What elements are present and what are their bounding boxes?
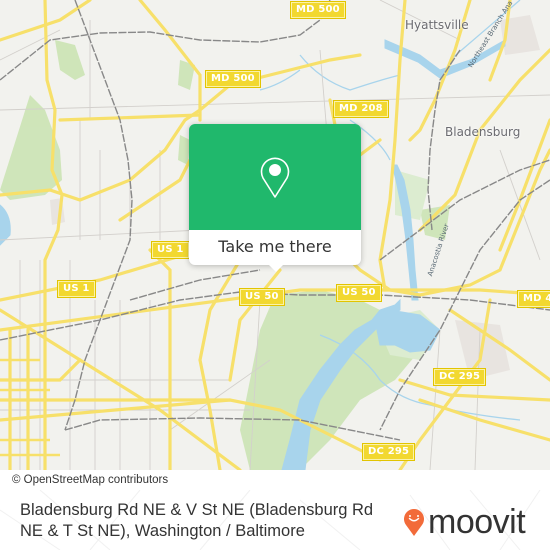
place-label-bladensburg: Bladensburg bbox=[445, 125, 521, 139]
route-shield-us1: US 1 bbox=[152, 242, 189, 258]
route-shield-md500: MD 500 bbox=[291, 2, 345, 18]
moovit-wordmark: moovit bbox=[428, 503, 526, 541]
stop-title: Bladensburg Rd NE & V St NE (Bladensburg… bbox=[20, 501, 374, 540]
moovit-logo-icon bbox=[404, 509, 424, 536]
map-attribution[interactable]: © OpenStreetMap contributors bbox=[0, 470, 205, 490]
map[interactable]: Hyattsville Bladensburg Northeast Branch… bbox=[0, 0, 550, 470]
route-shield-md500: MD 500 bbox=[206, 71, 260, 87]
route-shield-dc295: DC 295 bbox=[363, 444, 415, 460]
route-shield-dc295: DC 295 bbox=[434, 369, 486, 385]
location-popup[interactable]: Take me there bbox=[189, 124, 361, 272]
take-me-there-button[interactable]: Take me there bbox=[189, 230, 361, 265]
route-shield-us1: US 1 bbox=[58, 281, 95, 297]
footer: Bladensburg Rd NE & V St NE (Bladensburg… bbox=[0, 490, 550, 550]
map-pin-icon bbox=[260, 157, 290, 198]
popup-header bbox=[189, 124, 361, 230]
route-shield-us50: US 50 bbox=[240, 289, 284, 305]
moovit-logo[interactable]: moovit bbox=[402, 502, 526, 542]
popup-pointer bbox=[268, 264, 284, 272]
route-shield-us50: US 50 bbox=[337, 285, 381, 301]
route-shield-md45: MD 45 bbox=[518, 291, 550, 307]
route-shield-md208: MD 208 bbox=[334, 101, 388, 117]
place-label-hyattsville: Hyattsville bbox=[405, 18, 469, 32]
